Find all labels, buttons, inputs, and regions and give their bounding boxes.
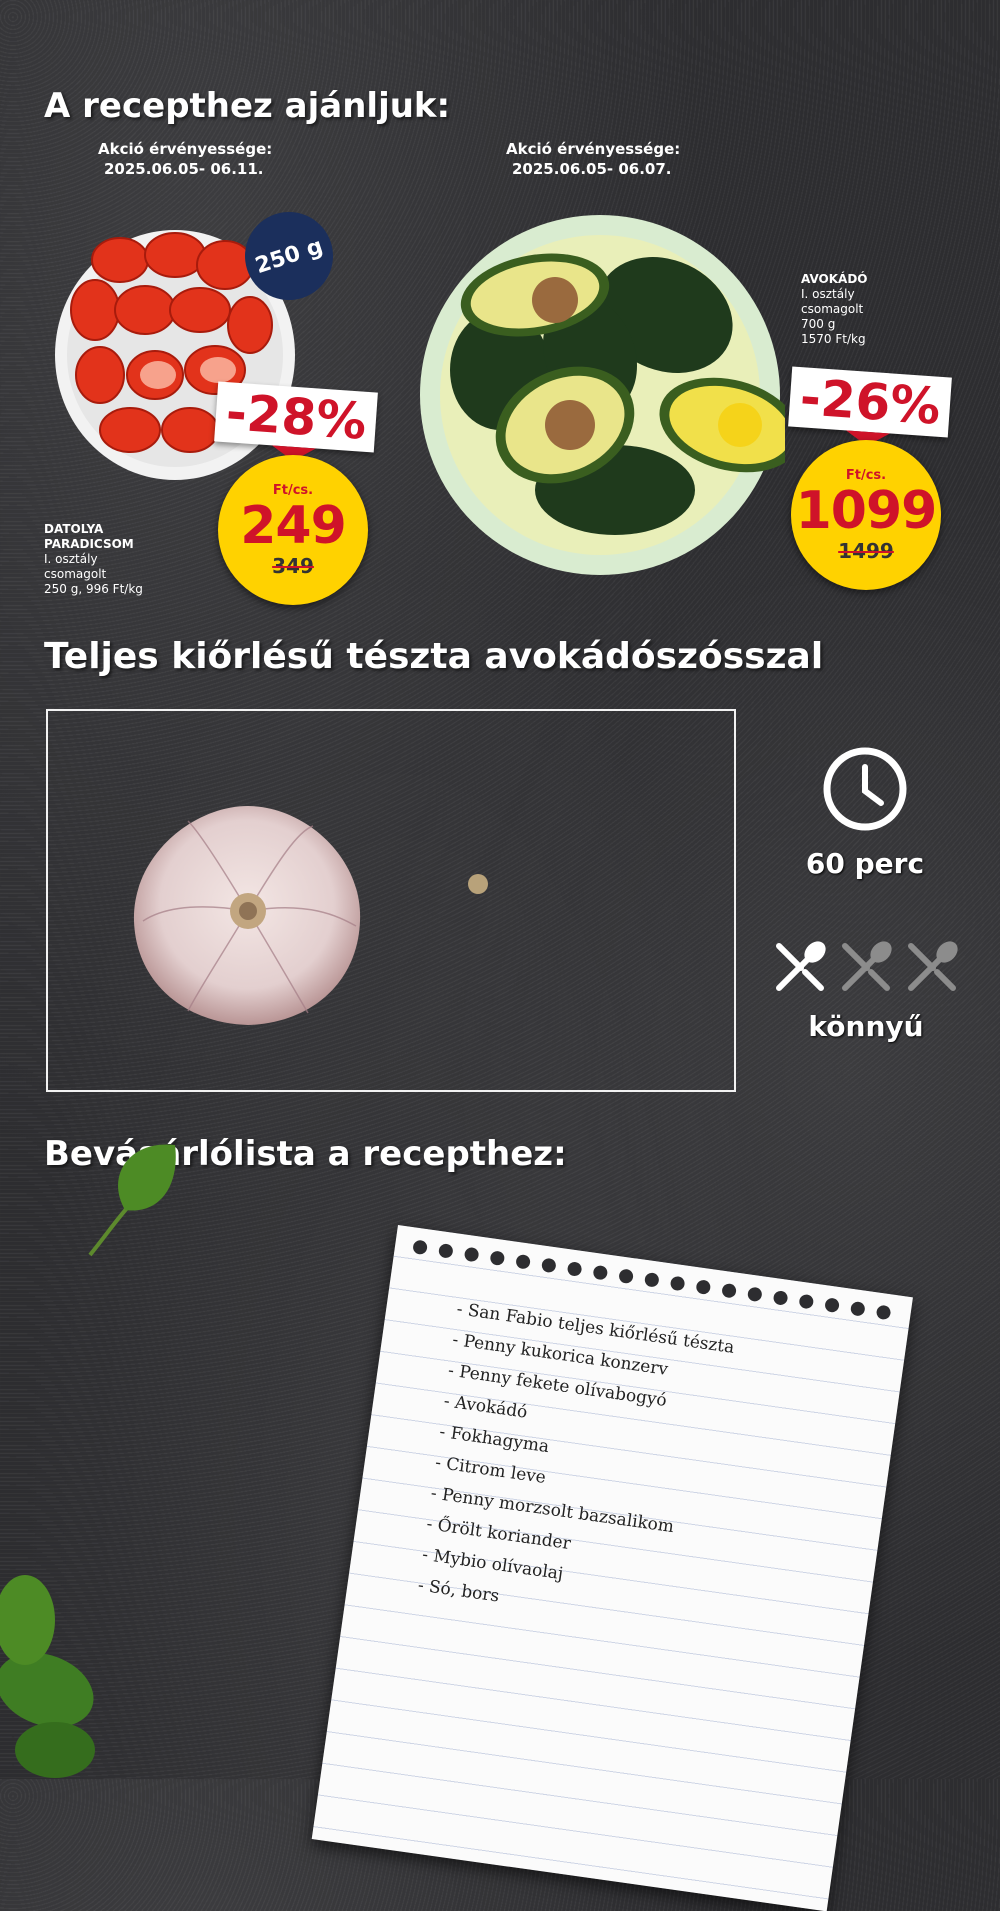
note-hole: [463, 1246, 480, 1263]
note-hole: [798, 1293, 815, 1310]
note-hole: [669, 1275, 686, 1292]
recipe-photo-frame: [46, 709, 736, 1092]
tomato-detail-3: 250 g, 996 Ft/kg: [44, 582, 143, 596]
note-hole: [515, 1253, 532, 1270]
note-hole: [412, 1239, 429, 1256]
tomato-discount-badge: -28%: [214, 381, 379, 453]
tomato-detail-2: csomagolt: [44, 567, 107, 581]
avocado-discount-badge: -26%: [788, 366, 953, 438]
note-hole: [489, 1250, 506, 1267]
note-hole: [875, 1304, 892, 1321]
tomato-product[interactable]: 250 g -28% Ft/cs. 249 349 DATOLYA PARADI…: [40, 200, 380, 605]
avocado-discount-text: -26%: [798, 368, 943, 436]
note-hole: [566, 1261, 583, 1277]
note-hole: [618, 1268, 634, 1285]
tomato-name-block: DATOLYA PARADICSOM I. osztály csomagolt …: [44, 522, 143, 597]
difficulty-icons: [766, 938, 966, 996]
avocado-product[interactable]: AVOKÁDÓ I. osztály csomagolt 700 g 1570 …: [415, 210, 975, 590]
avocado-price-circle: Ft/cs. 1099 1499: [791, 440, 941, 590]
avocado-name: AVOKÁDÓ: [801, 272, 868, 286]
basil-leaf-top: [88, 1144, 176, 1257]
clock-icon: [823, 747, 907, 831]
tomato-discount-text: -28%: [224, 383, 369, 451]
tomato-detail-1: I. osztály: [44, 552, 98, 566]
avocado-price: 1099: [795, 480, 938, 541]
note-hole: [695, 1279, 712, 1296]
left-validity-dates: 2025.06.05- 06.11.: [104, 160, 264, 178]
weight-badge-text: 250 g: [252, 233, 326, 279]
difficulty-block: könnyű: [766, 938, 966, 1043]
note-hole: [746, 1286, 763, 1303]
note-hole: [721, 1282, 737, 1299]
time-text: 60 perc: [805, 847, 925, 880]
tomato-price-circle: Ft/cs. 249 349: [218, 455, 368, 605]
avocado-detail-2: csomagolt: [801, 302, 864, 316]
basil-leaf-bottom: [0, 1575, 95, 1778]
note-hole: [643, 1271, 660, 1288]
shopping-note: - San Fabio teljes kiőrlésű tészta - Pen…: [311, 1225, 913, 1911]
difficulty-text: könnyű: [808, 1010, 924, 1043]
note-hole: [824, 1297, 840, 1314]
right-validity: Akció érvényessége: 2025.06.05- 06.07.: [506, 139, 680, 179]
avocado-old-price: 1499: [838, 538, 894, 563]
note-hole: [772, 1290, 789, 1306]
tomato-old-price: 349: [272, 553, 314, 578]
spoon-fork-icon: [842, 941, 892, 991]
avocado-detail-1: I. osztály: [801, 287, 855, 301]
tomato-name-2: PARADICSOM: [44, 537, 134, 551]
avocado-name-block: AVOKÁDÓ I. osztály csomagolt 700 g 1570 …: [801, 272, 868, 347]
garlic-image: [133, 806, 361, 1025]
note-hole: [540, 1257, 557, 1274]
spoon-fork-icon: [908, 941, 958, 991]
time-block: 60 perc: [800, 745, 930, 880]
left-validity-label: Akció érvényessége:: [98, 140, 273, 158]
tomato-price: 249: [240, 495, 347, 556]
spoon-fork-icon: [776, 941, 826, 991]
avocado-detail-4: 1570 Ft/kg: [801, 332, 866, 346]
note-hole: [592, 1264, 609, 1281]
recipe-title: Teljes kiőrlésű tészta avokádószósszal: [44, 636, 824, 677]
note-hole: [849, 1300, 866, 1317]
note-hole: [437, 1243, 454, 1259]
recommend-heading: A recepthez ajánljuk:: [44, 86, 451, 126]
right-validity-dates: 2025.06.05- 06.07.: [512, 160, 672, 178]
shopping-list: - San Fabio teljes kiőrlésű tészta - Pen…: [416, 1294, 736, 1640]
left-validity: Akció érvényessége: 2025.06.05- 06.11.: [98, 139, 272, 179]
avocado-plate-image: [420, 215, 785, 575]
tomato-name-1: DATOLYA: [44, 522, 104, 536]
right-validity-label: Akció érvényessége:: [506, 140, 681, 158]
avocado-detail-3: 700 g: [801, 317, 836, 331]
peppercorn: [468, 874, 488, 894]
